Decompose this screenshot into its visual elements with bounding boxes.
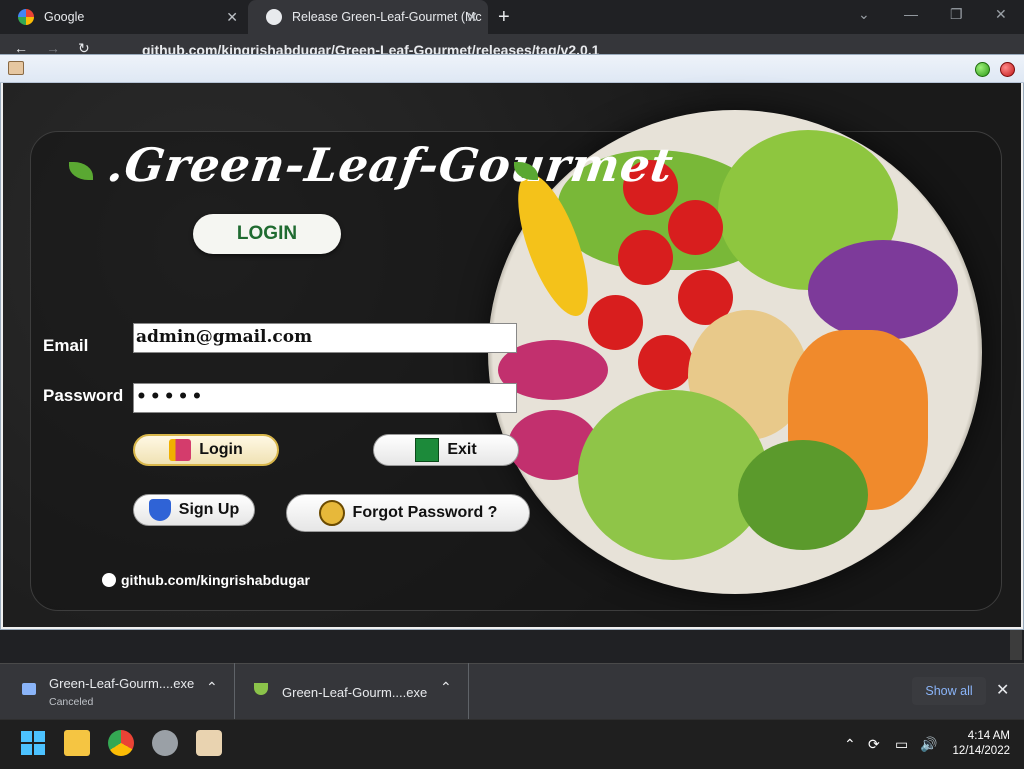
salad-icon: [254, 683, 268, 695]
login-heading: LOGIN: [193, 214, 341, 254]
clock-date: 12/14/2022: [952, 745, 1010, 757]
chevron-up-icon[interactable]: ⌃: [440, 679, 452, 696]
tab-title: Release Green-Leaf-Gourmet (Mc: [292, 10, 482, 24]
tab-title: Google: [44, 10, 85, 24]
chrome-icon[interactable]: [108, 730, 134, 756]
chevron-up-icon[interactable]: ⌃: [206, 679, 218, 696]
folder-icon[interactable]: [64, 730, 90, 756]
sign-up-button-label: Sign Up: [178, 501, 240, 518]
login-icon: [169, 439, 192, 461]
java-icon: [8, 61, 24, 75]
download-status: Canceled: [49, 696, 94, 708]
network-icon[interactable]: ▭: [895, 736, 908, 753]
clock-time: 4:14 AM: [967, 730, 1010, 742]
forgot-password-button[interactable]: Forgot Password ?: [286, 494, 530, 532]
shield-icon: [148, 499, 171, 521]
chevron-up-icon[interactable]: ⌃: [844, 736, 856, 753]
password-label: Password: [43, 386, 124, 405]
sign-up-button[interactable]: Sign Up: [133, 494, 255, 526]
app-logo-title: .Green-Leaf-Gourmet: [104, 138, 677, 192]
page-gutter: [0, 630, 1024, 663]
file-icon: [22, 683, 36, 695]
restore-icon[interactable]: ❐: [950, 6, 963, 23]
download-filename: Green-Leaf-Gourm....exe: [49, 676, 195, 691]
close-window-icon[interactable]: ✕: [995, 6, 1007, 23]
login-button-label: Login: [199, 441, 243, 458]
app-titlebar: [0, 55, 1024, 83]
plus-icon[interactable]: +: [498, 6, 510, 29]
key-icon: [318, 500, 345, 526]
tab-google[interactable]: Google ✕: [0, 0, 248, 34]
close-icon[interactable]: ✕: [466, 9, 478, 26]
tab-search-icon[interactable]: ⌄: [858, 6, 870, 23]
system-clock[interactable]: 4:14 AM 12/14/2022: [948, 729, 1010, 759]
login-button[interactable]: Login: [133, 434, 279, 466]
exit-button[interactable]: Exit: [373, 434, 519, 466]
download-item[interactable]: Green-Leaf-Gourm....exe ⌃: [236, 663, 469, 719]
github-link[interactable]: github.com/kingrishabdugar: [102, 572, 310, 588]
exit-icon: [415, 438, 440, 462]
volume-icon[interactable]: 🔊: [920, 736, 937, 753]
java-icon[interactable]: [196, 730, 222, 756]
exit-button-label: Exit: [447, 441, 477, 458]
close-icon[interactable]: ✕: [226, 9, 238, 26]
sync-icon[interactable]: ⟳: [868, 736, 880, 753]
github-link-text: github.com/kingrishabdugar: [121, 572, 311, 588]
scrollbar[interactable]: [1010, 630, 1022, 660]
password-field[interactable]: •••••: [133, 383, 517, 413]
tab-github-release[interactable]: Release Green-Leaf-Gourmet (Mc ✕: [248, 0, 488, 34]
gear-icon[interactable]: [152, 730, 178, 756]
google-icon: [18, 9, 34, 25]
close-icon[interactable]: ✕: [996, 680, 1009, 700]
download-filename: Green-Leaf-Gourm....exe: [282, 685, 428, 700]
github-icon: [102, 573, 116, 587]
maximize-icon[interactable]: [975, 62, 990, 77]
download-item[interactable]: Green-Leaf-Gourm....exe Canceled ⌃: [0, 663, 235, 719]
email-field[interactable]: admin@gmail.com: [133, 323, 517, 353]
close-icon[interactable]: [1000, 62, 1015, 77]
email-label: Email: [43, 336, 89, 355]
minimize-icon[interactable]: —: [904, 6, 918, 22]
forgot-password-label: Forgot Password ?: [352, 504, 498, 521]
show-all-button[interactable]: Show all: [912, 677, 986, 705]
github-icon: [266, 9, 282, 25]
windows-start-icon[interactable]: [20, 730, 46, 756]
